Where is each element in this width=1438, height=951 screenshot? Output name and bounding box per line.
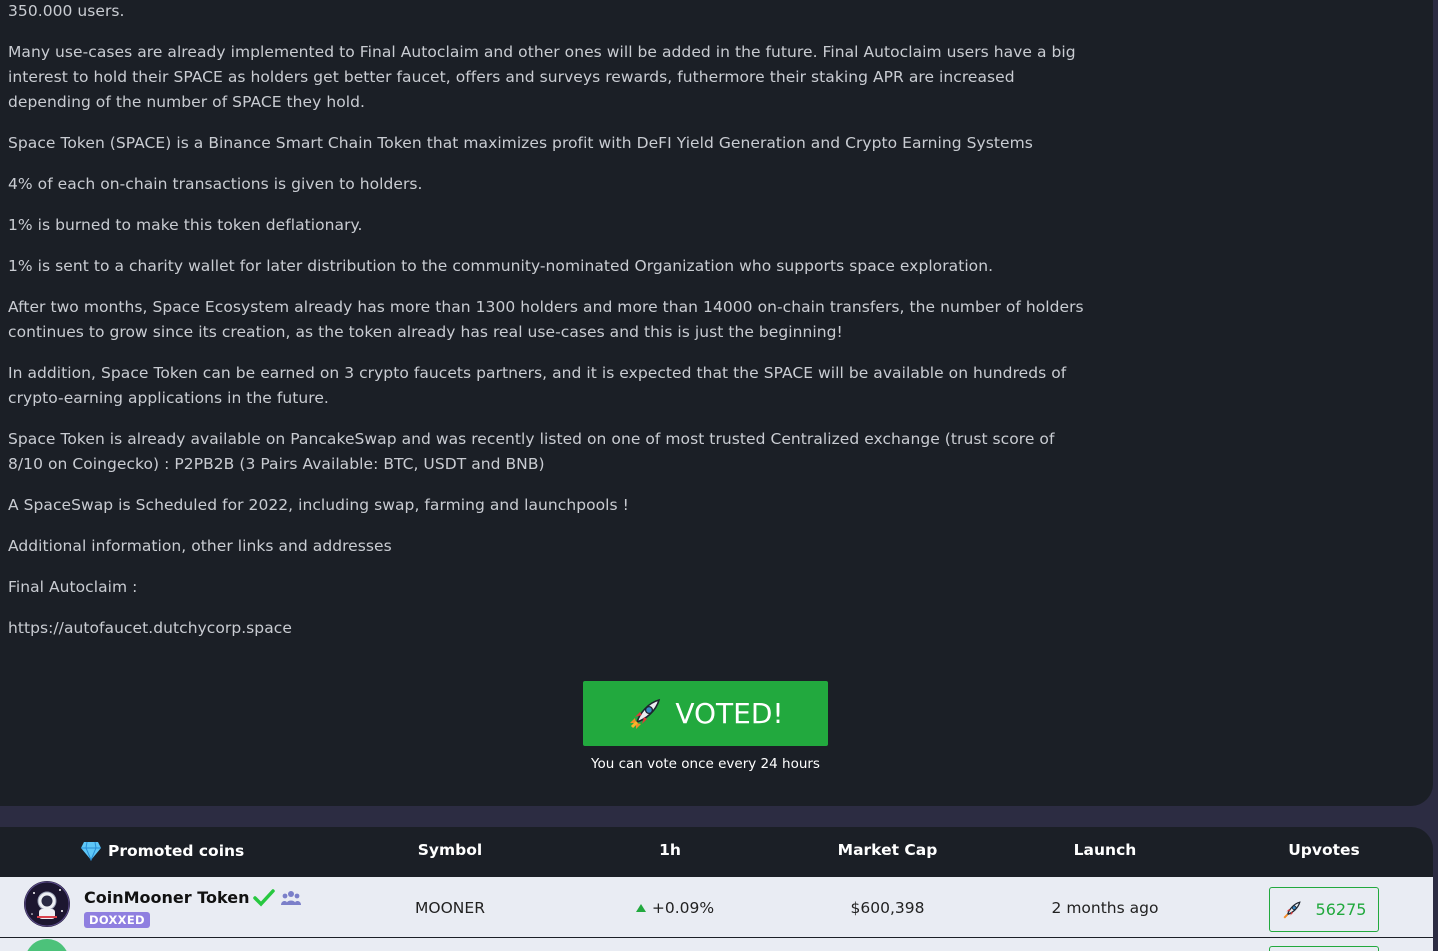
vote-limit-note: You can vote once every 24 hours — [591, 756, 820, 772]
promoted-coins-header: Promoted coins — [80, 841, 244, 861]
coin-logo — [24, 881, 70, 927]
header-launch[interactable]: Launch — [1055, 841, 1155, 859]
coin-name[interactable]: CoinMooner Token — [84, 888, 302, 907]
description-paragraph: Many use-cases are already implemented t… — [8, 43, 1076, 111]
doxxed-badge: DOXXED — [84, 912, 150, 928]
description-paragraph: After two months, Space Ecosystem alread… — [8, 298, 1084, 341]
promoted-coins-table: Promoted coins Symbol 1h Market Cap Laun… — [0, 827, 1433, 951]
team-icon — [281, 890, 302, 905]
diamond-icon — [81, 841, 101, 861]
rocket-icon — [1283, 900, 1301, 918]
table-row[interactable] — [0, 938, 1433, 951]
header-market-cap[interactable]: Market Cap — [825, 841, 950, 859]
coin-logo — [24, 938, 70, 951]
launch-date: 2 months ago — [1051, 899, 1159, 917]
market-cap: $600,398 — [850, 899, 925, 917]
price-change-1h: +0.09% — [620, 899, 730, 917]
upvote-button[interactable] — [1269, 946, 1379, 951]
description-paragraph: 1% is burned to make this token deflatio… — [8, 216, 363, 234]
verified-check-icon — [253, 888, 276, 907]
vote-button-label: VOTED! — [675, 697, 784, 730]
rocket-icon — [630, 698, 661, 729]
description-paragraph: A SpaceSwap is Scheduled for 2022, inclu… — [8, 496, 629, 514]
table-row[interactable]: CoinMooner Token DOXXED MOONER +0.09% $6… — [0, 877, 1433, 937]
description-card: 350.000 users. Many use-cases are alread… — [0, 0, 1433, 806]
description-paragraph: Space Token is already available on Panc… — [8, 430, 1055, 473]
price-change-value: +0.09% — [651, 899, 715, 917]
upvote-count: 56275 — [1315, 900, 1367, 919]
header-upvotes[interactable]: Upvotes — [1274, 841, 1374, 859]
website-link[interactable]: https://autofaucet.dutchycorp.space — [8, 616, 1088, 641]
description-paragraph: 1% is sent to a charity wallet for later… — [8, 257, 994, 275]
description-paragraph: 4% of each on-chain transactions is give… — [8, 175, 423, 193]
vote-button[interactable]: VOTED! — [583, 681, 828, 746]
header-1h[interactable]: 1h — [620, 841, 720, 859]
description-paragraph: In addition, Space Token can be earned o… — [8, 364, 1067, 407]
description-paragraph: Additional information, other links and … — [8, 537, 392, 555]
triangle-up-icon — [635, 904, 646, 912]
description-paragraph: Space Token (SPACE) is a Binance Smart C… — [8, 134, 1033, 152]
header-name-label: Promoted coins — [108, 842, 245, 860]
coin-symbol: MOONER — [415, 899, 485, 917]
header-symbol[interactable]: Symbol — [400, 841, 500, 859]
description-paragraph: 350.000 users. — [8, 2, 125, 20]
description-paragraph: Final Autoclaim : — [8, 578, 138, 596]
coin-name-label: CoinMooner Token — [84, 888, 250, 907]
upvote-button[interactable]: 56275 — [1269, 887, 1379, 932]
